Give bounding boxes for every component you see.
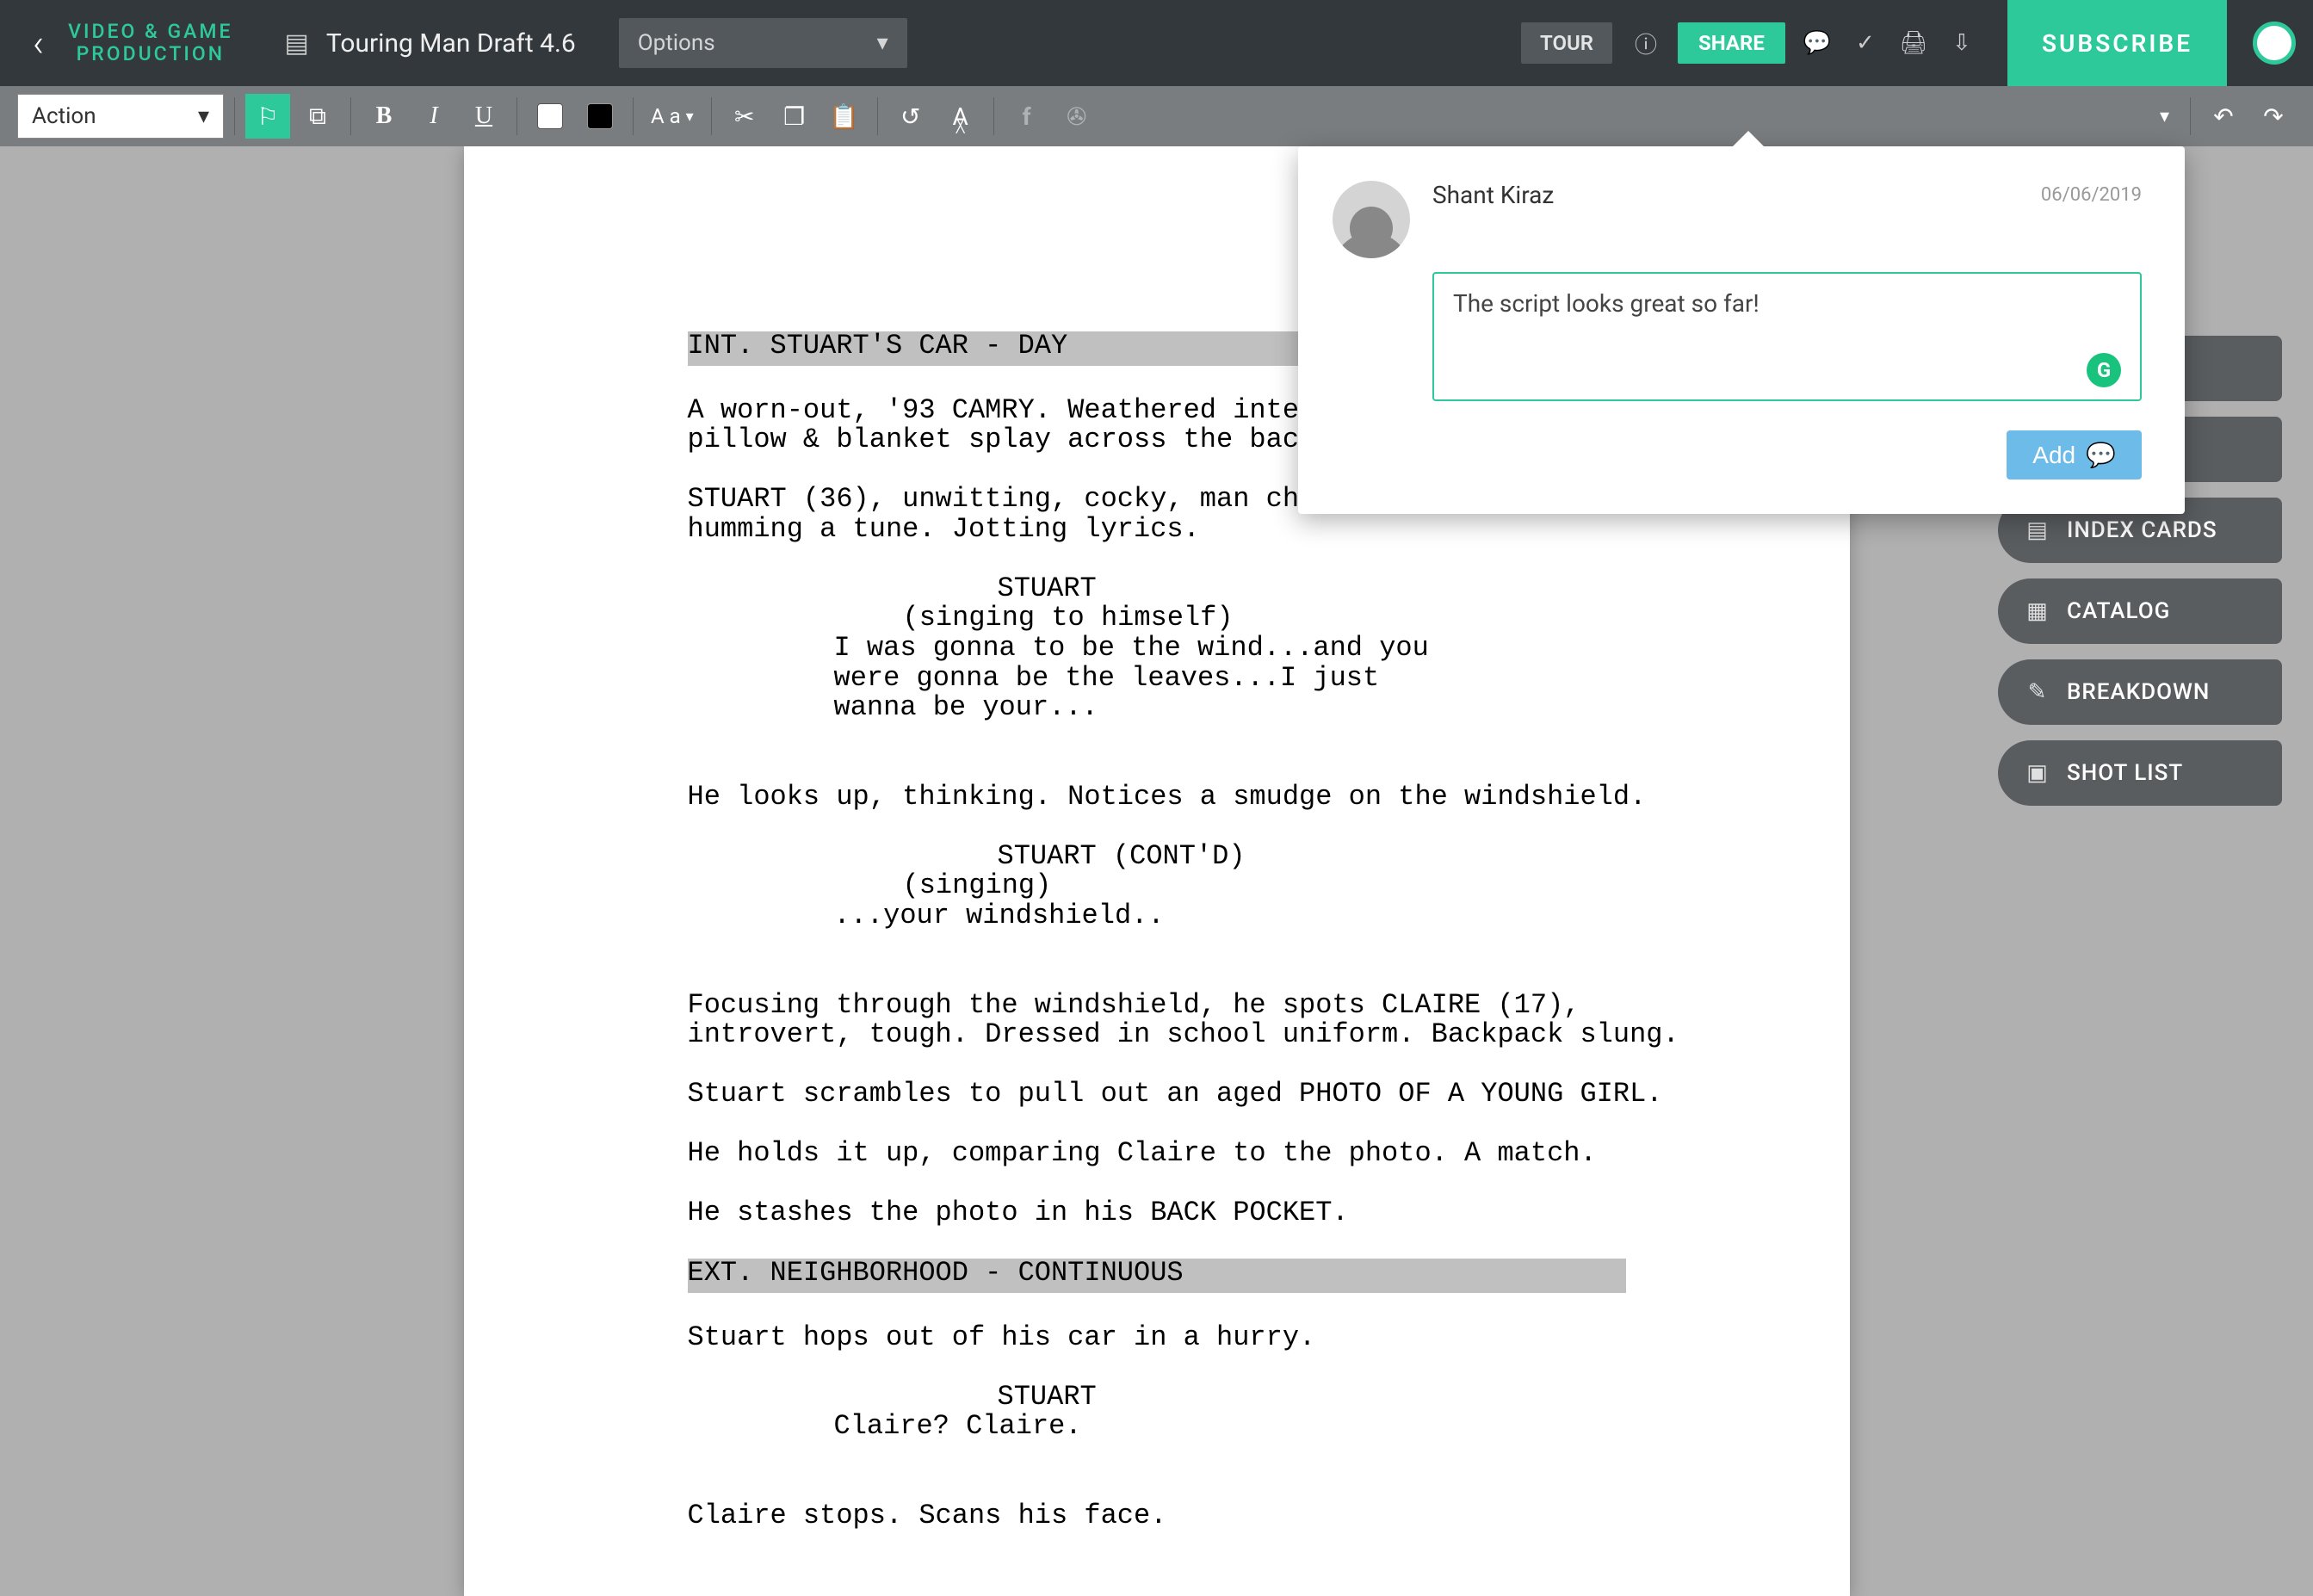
index-cards-icon: ▤ — [2024, 517, 2051, 543]
chevron-down-icon: ▾ — [686, 108, 694, 126]
action-block[interactable]: Stuart scrambles to pull out an aged PHO… — [688, 1078, 1663, 1110]
action-block[interactable]: Stuart hops out of his car in a hurry. — [688, 1321, 1316, 1353]
share-button[interactable]: SHARE — [1678, 22, 1785, 64]
redo-icon[interactable]: ↷ — [2251, 94, 2296, 139]
brand-line2: PRODUCTION — [68, 43, 232, 65]
add-label: Add — [2032, 442, 2075, 469]
back-button[interactable]: ‹ — [17, 21, 59, 65]
nav-chevron-down-icon[interactable]: ▾ — [2149, 106, 2180, 127]
formatting-toolbar: Action ▾ ⚐ ⧉ B I U A a ▾ ✂ ❐ 📋 ↺ A╳ f ✇ … — [0, 86, 2313, 146]
facebook-icon[interactable]: f — [1005, 94, 1049, 139]
comment-icon[interactable]: 💬 — [1797, 23, 1837, 63]
divider — [516, 97, 517, 135]
undo-icon[interactable]: ↶ — [2201, 94, 2246, 139]
comment-input[interactable] — [1432, 272, 2142, 401]
tour-button[interactable]: TOUR — [1521, 22, 1612, 64]
grammarly-icon[interactable]: G — [2087, 353, 2121, 387]
divider — [234, 97, 235, 135]
tag-icon[interactable]: ⚐ — [245, 94, 290, 139]
add-comment-button[interactable]: Add 💬 — [2007, 430, 2142, 479]
action-block[interactable]: He holds it up, comparing Claire to the … — [688, 1137, 1597, 1169]
comment-date: 06/06/2019 — [2041, 184, 2142, 206]
comment-header: Shant Kiraz 06/06/2019 — [1333, 181, 2142, 258]
character-cue[interactable]: STUART (CONT'D) — [688, 840, 1246, 872]
subscribe-button[interactable]: SUBSCRIBE — [2007, 0, 2227, 86]
cut-icon[interactable]: ✂ — [722, 94, 767, 139]
app-header: ‹ VIDEO & GAME PRODUCTION ▤ Touring Man … — [0, 0, 2313, 86]
print-icon[interactable]: 🖨 — [1894, 23, 1933, 63]
commenter-avatar[interactable] — [1333, 181, 1410, 258]
find-replace-icon[interactable]: ↺ — [888, 94, 933, 139]
brand-line1: VIDEO & GAME — [68, 21, 232, 43]
chevron-down-icon: ▾ — [198, 103, 209, 129]
dialogue-block[interactable]: ...your windshield.. — [688, 901, 1626, 931]
sidebar-item-breakdown[interactable]: ✎ BREAKDOWN — [1998, 659, 2282, 725]
commenter-name: Shant Kiraz — [1432, 181, 1554, 209]
character-cue[interactable]: STUART — [688, 1381, 1097, 1413]
divider — [711, 97, 712, 135]
paste-icon[interactable]: 📋 — [822, 94, 867, 139]
user-avatar[interactable] — [2253, 22, 2296, 65]
divider — [993, 97, 994, 135]
divider — [2190, 97, 2191, 135]
action-block[interactable]: Claire stops. Scans his face. — [688, 1500, 1167, 1531]
brand-title[interactable]: VIDEO & GAME PRODUCTION — [68, 21, 232, 66]
main-area: INT. STUART'S CAR - DAY A worn-out, '93 … — [0, 146, 2313, 1596]
dialogue-block[interactable]: Claire? Claire. — [688, 1412, 1626, 1442]
action-block[interactable]: He looks up, thinking. Notices a smudge … — [688, 781, 1647, 813]
options-label: Options — [638, 30, 715, 56]
catalog-icon: ▦ — [2024, 598, 2051, 624]
document-title[interactable]: Touring Man Draft 4.6 — [326, 28, 576, 59]
bold-button[interactable]: B — [362, 94, 406, 139]
sidebar-item-label: BREAKDOWN — [2067, 679, 2210, 705]
sidebar-item-label: INDEX CARDS — [2067, 517, 2217, 543]
parenthetical[interactable]: (singing to himself) — [688, 602, 1234, 634]
help-icon[interactable]: ⓘ — [1626, 23, 1666, 63]
chevron-down-icon: ▾ — [877, 30, 888, 56]
twitter-icon[interactable]: ✇ — [1054, 94, 1099, 139]
dual-dialog-icon[interactable]: ⧉ — [295, 94, 340, 139]
italic-button[interactable]: I — [411, 94, 456, 139]
shot-list-icon: ▣ — [2024, 760, 2051, 786]
sidebar-item-catalog[interactable]: ▦ CATALOG — [1998, 578, 2282, 644]
action-block[interactable]: He stashes the photo in his BACK POCKET. — [688, 1197, 1349, 1228]
breakdown-icon: ✎ — [2024, 679, 2051, 705]
copy-icon[interactable]: ❐ — [772, 94, 817, 139]
sidebar-item-label: CATALOG — [2067, 598, 2170, 624]
approve-icon[interactable]: ✓ — [1846, 23, 1885, 63]
fill-color-button[interactable] — [528, 94, 572, 139]
options-dropdown[interactable]: Options ▾ — [619, 18, 907, 68]
clear-formatting-icon[interactable]: A╳ — [938, 94, 983, 139]
comment-bubble-icon: 💬 — [2086, 441, 2116, 469]
sidebar-item-shot-list[interactable]: ▣ SHOT LIST — [1998, 740, 2282, 806]
character-cue[interactable]: STUART — [688, 572, 1097, 604]
divider — [350, 97, 351, 135]
divider — [877, 97, 878, 135]
element-type-dropdown[interactable]: Action ▾ — [17, 94, 224, 139]
divider — [633, 97, 634, 135]
download-icon[interactable]: ⇩ — [1942, 23, 1982, 63]
text-case-button[interactable]: A a ▾ — [644, 94, 701, 139]
parenthetical[interactable]: (singing) — [688, 869, 1052, 901]
document-icon: ▤ — [285, 28, 309, 59]
underline-button[interactable]: U — [461, 94, 506, 139]
element-type-value: Action — [32, 103, 96, 129]
comment-popover: Shant Kiraz 06/06/2019 G Add 💬 — [1298, 146, 2185, 514]
dialogue-block[interactable]: I was gonna to be the wind...and you wer… — [688, 634, 1626, 723]
scene-heading[interactable]: EXT. NEIGHBORHOOD - CONTINUOUS — [688, 1259, 1626, 1294]
sidebar-item-label: SHOT LIST — [2067, 760, 2183, 786]
text-color-button[interactable] — [578, 94, 622, 139]
action-block[interactable]: Focusing through the windshield, he spot… — [688, 989, 1679, 1051]
